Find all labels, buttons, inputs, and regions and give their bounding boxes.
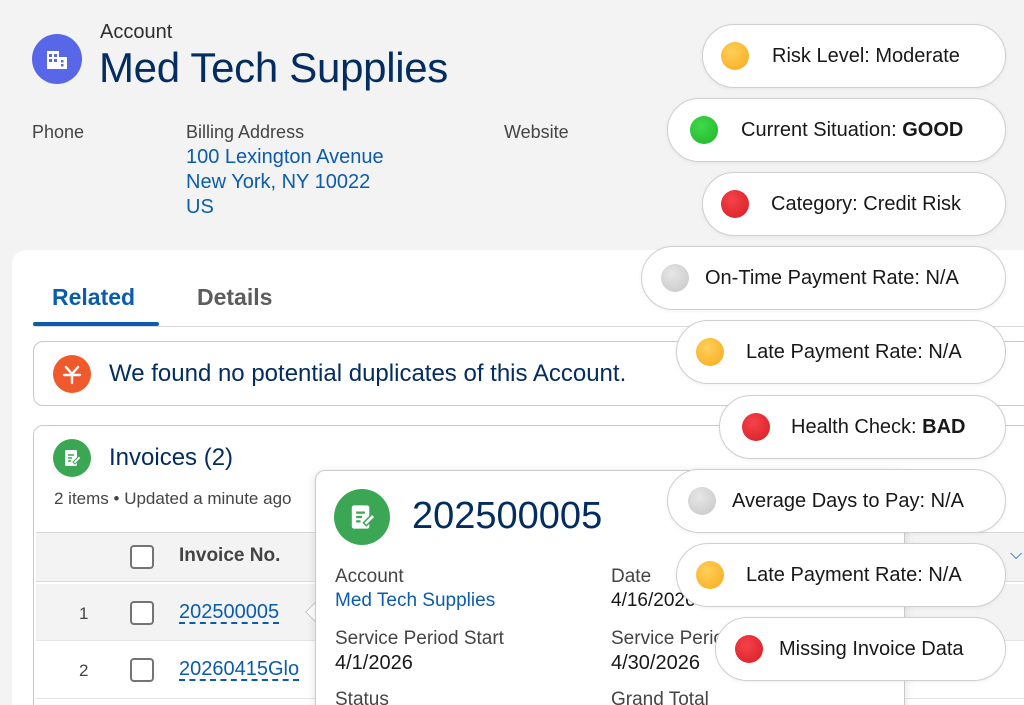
- row-checkbox[interactable]: [130, 601, 154, 625]
- status-pill-current-situation: Current Situation: GOOD: [667, 98, 1006, 162]
- status-pill-label: Missing Invoice Data: [779, 637, 964, 660]
- page-title: Med Tech Supplies: [99, 44, 449, 91]
- invoice-link[interactable]: 20260415Glo: [179, 658, 309, 681]
- record-type-label: Account: [100, 21, 173, 43]
- billing-address-label: Billing Address: [186, 122, 305, 142]
- billing-address-link[interactable]: 100 Lexington Avenue New York, NY 10022 …: [186, 145, 384, 220]
- status-pill-label: Average Days to Pay: N/A: [732, 489, 964, 512]
- popover-grand-total-label: Grand Total: [611, 689, 709, 705]
- amber-status-dot-icon: [721, 42, 749, 70]
- status-pill-label: Risk Level: Moderate: [772, 44, 960, 67]
- status-pill-label: Late Payment Rate: N/A: [746, 563, 962, 586]
- column-header-invoice-no[interactable]: Invoice No.: [179, 545, 280, 567]
- red-status-dot-icon: [721, 190, 749, 218]
- phone-label: Phone: [32, 122, 85, 142]
- status-pill-on-time-payment: On-Time Payment Rate: N/A: [641, 246, 1006, 310]
- invoices-meta: 2 items • Updated a minute ago: [54, 489, 292, 508]
- popover-title[interactable]: 202500005: [412, 495, 602, 538]
- status-pill-label: Health Check: BAD: [791, 415, 966, 438]
- status-pill-health-check: Health Check: BAD: [719, 395, 1006, 459]
- merge-icon: [53, 355, 91, 393]
- account-building-icon: [32, 34, 82, 84]
- row-number: 1: [79, 604, 89, 623]
- status-pill-label: On-Time Payment Rate: N/A: [705, 266, 959, 289]
- billing-address-line1: 100 Lexington Avenue: [186, 146, 384, 168]
- status-pill-category: Category: Credit Risk: [702, 172, 1006, 236]
- document-edit-icon: [53, 439, 91, 477]
- row-number: 2: [79, 661, 89, 680]
- gray-status-dot-icon: [661, 264, 689, 292]
- status-pill-missing-invoice-data: Missing Invoice Data: [715, 617, 1006, 681]
- status-pill-late-payment: Late Payment Rate: N/A: [676, 320, 1006, 384]
- website-label: Website: [504, 122, 569, 142]
- tab-details[interactable]: Details: [197, 284, 272, 311]
- status-pill-label: Category: Credit Risk: [771, 192, 962, 215]
- chevron-down-icon[interactable]: ⌵: [1010, 546, 1022, 564]
- red-status-dot-icon: [742, 413, 770, 441]
- status-pill-late-payment: Late Payment Rate: N/A: [676, 543, 1006, 607]
- popover-status-label: Status: [335, 689, 389, 705]
- gray-status-dot-icon: [688, 487, 716, 515]
- red-status-dot-icon: [735, 635, 763, 663]
- status-pill-risk-level: Risk Level: Moderate: [702, 24, 1006, 88]
- invoices-title[interactable]: Invoices (2): [109, 444, 233, 472]
- popover-date-label: Date: [611, 566, 652, 587]
- billing-address-line2: New York, NY 10022: [186, 171, 371, 193]
- duplicate-message: We found no potential duplicates of this…: [109, 360, 627, 387]
- status-pill-label: Current Situation: GOOD: [741, 118, 964, 141]
- billing-address-line3: US: [186, 196, 214, 218]
- row-checkbox[interactable]: [130, 658, 154, 682]
- tab-related[interactable]: Related: [52, 284, 135, 311]
- invoice-link[interactable]: 202500005: [179, 601, 279, 624]
- status-pill-average-days: Average Days to Pay: N/A: [667, 469, 1006, 533]
- popover-account-label: Account: [335, 566, 404, 587]
- document-edit-icon: [334, 489, 390, 545]
- amber-status-dot-icon: [696, 338, 724, 366]
- popover-end-value: 4/30/2026: [611, 652, 700, 674]
- popover-account-link[interactable]: Med Tech Supplies: [335, 590, 495, 612]
- green-status-dot-icon: [690, 116, 718, 144]
- popover-start-label: Service Period Start: [335, 628, 504, 649]
- popover-start-value: 4/1/2026: [335, 652, 413, 674]
- select-all-checkbox[interactable]: [130, 545, 154, 569]
- status-pill-label: Late Payment Rate: N/A: [746, 340, 962, 363]
- amber-status-dot-icon: [696, 561, 724, 589]
